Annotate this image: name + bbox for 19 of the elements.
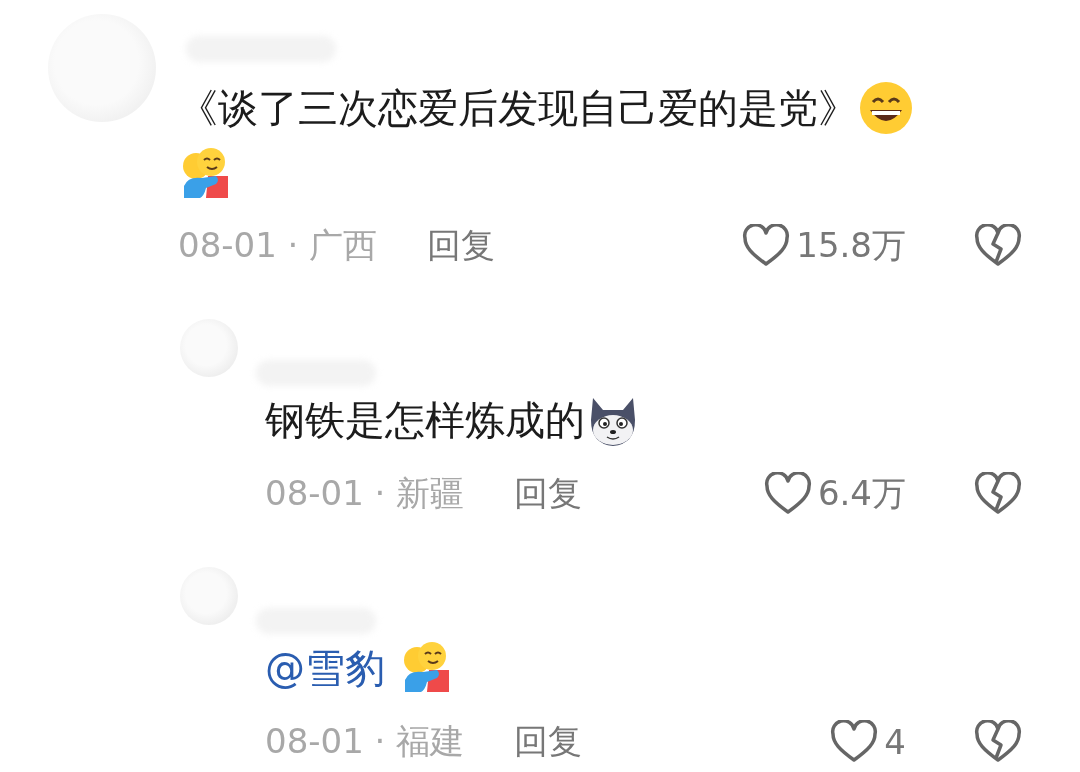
comment-text: 钢铁是怎样炼成的	[265, 396, 585, 445]
date-location: 08-01 · 新疆	[265, 472, 465, 515]
broken-heart-icon[interactable]	[974, 224, 1022, 268]
date-location: 08-01 · 福建	[265, 720, 465, 763]
heart-icon[interactable]	[763, 472, 812, 516]
date-location: 08-01 · 广西	[178, 224, 378, 267]
broken-heart-icon[interactable]	[974, 472, 1022, 516]
mention-link[interactable]: @雪豹	[265, 638, 385, 698]
broken-heart-icon[interactable]	[974, 720, 1022, 764]
like-count: 15.8万	[796, 224, 906, 267]
reply-link[interactable]: 回复	[514, 719, 583, 765]
heart-icon[interactable]	[742, 224, 791, 268]
comment-text: 《谈了三次恋爱后发现自己爱的是党》	[178, 84, 858, 133]
heart-icon[interactable]	[830, 720, 879, 764]
reply-link[interactable]: 回复	[427, 223, 496, 269]
reply-link[interactable]: 回复	[514, 471, 583, 517]
like-count: 6.4万	[817, 472, 906, 515]
like-count: 4	[884, 722, 906, 762]
grinning-emoji-icon	[858, 80, 914, 136]
